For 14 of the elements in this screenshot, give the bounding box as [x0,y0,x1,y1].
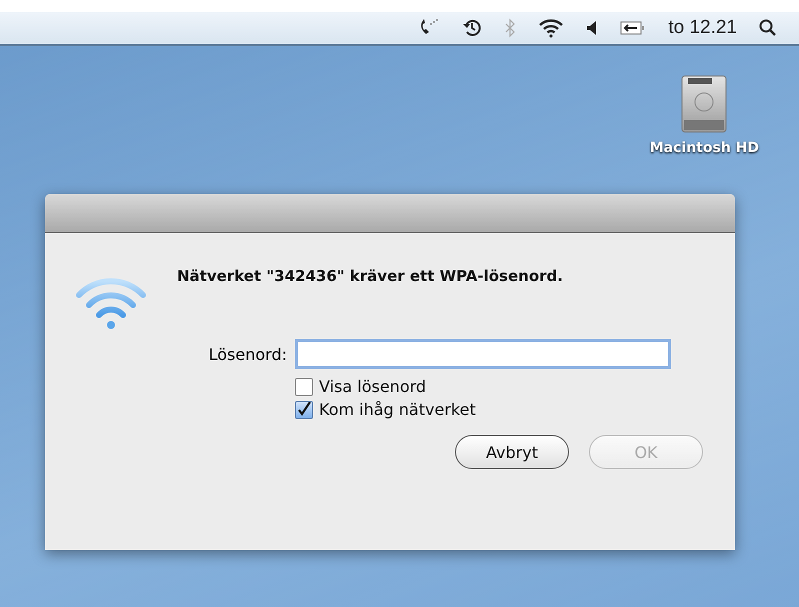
cancel-button[interactable]: Avbryt [455,435,569,469]
dialog-message: Nätverket "342436" kräver ett WPA-lösenord. [177,267,564,285]
wifi-icon[interactable] [538,18,564,38]
battery-icon[interactable] [620,20,646,36]
speaker-icon[interactable] [586,20,598,36]
checkbox[interactable] [295,378,313,396]
password-field[interactable] [295,339,671,369]
password-label: Lösenord: [208,344,288,364]
checkbox-label[interactable]: Kom ihåg nätverket [319,400,476,419]
checkbox-label[interactable]: Visa lösenord [319,377,426,396]
search-icon[interactable] [759,19,777,37]
clock-history-icon[interactable] [462,18,482,38]
menu-clock[interactable]: to 12.21 [668,17,737,39]
checkbox[interactable] [295,400,313,418]
